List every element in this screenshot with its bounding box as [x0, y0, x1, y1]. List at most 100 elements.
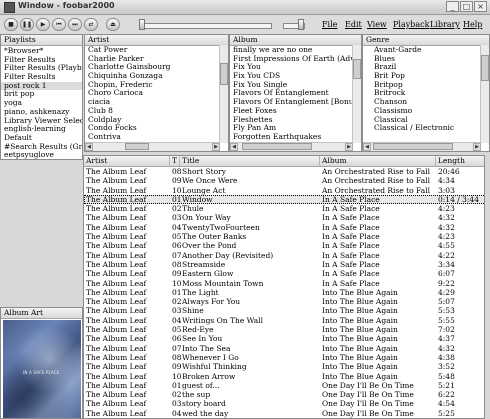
scroll-left-arrow-icon[interactable]: ◀ [230, 143, 238, 151]
column-title[interactable]: Title [180, 156, 320, 166]
genre-item[interactable]: Brazil [371, 63, 481, 72]
artist-hscroll-thumb[interactable] [125, 143, 149, 150]
column-length[interactable]: Length [436, 156, 484, 166]
album-header[interactable]: Album [230, 35, 361, 46]
playlist-item[interactable]: Filter Results [1, 56, 82, 65]
artist-vscrollbar[interactable] [219, 45, 228, 143]
table-row[interactable]: The Album Leaf 09 Wishful Thinking Into The… [84, 362, 484, 371]
table-row[interactable]: The Album Leaf 10 Lounge Act An Orchestrate… [84, 186, 484, 195]
table-row[interactable]: The Album Leaf 04 wed the day One Day I'll … [84, 409, 484, 418]
table-row[interactable]: The Album Leaf 06 Over the Pond In A Safe P… [84, 241, 484, 250]
artist-item[interactable]: ciacia [85, 98, 220, 107]
album-item[interactable]: finally we are no one [230, 46, 353, 55]
playlist-item[interactable]: Filter Results (Playback) [1, 64, 82, 73]
menu-view[interactable]: View [367, 20, 387, 29]
album-vscroll-thumb[interactable] [353, 59, 361, 79]
scroll-right-arrow-icon[interactable]: ▶ [212, 143, 220, 151]
album-item[interactable]: Flavors Of Entanglement [230, 89, 353, 98]
maximize-button[interactable]: □ [460, 1, 473, 12]
play-button[interactable]: ▶ [36, 18, 50, 31]
artist-vscroll-thumb[interactable] [220, 63, 228, 85]
previous-button[interactable]: ⏮ [52, 18, 66, 31]
open-button[interactable]: ⏏ [106, 18, 120, 31]
table-row[interactable]: The Album Leaf 02 the sup One Day I'll Be O… [84, 390, 484, 399]
menu-edit[interactable]: Edit [345, 20, 362, 29]
menu-playback[interactable]: Playback [393, 20, 429, 29]
genre-item[interactable]: Chanson [371, 98, 481, 107]
playlist-item[interactable]: english-learning [1, 125, 82, 134]
artist-item[interactable]: Condo Focks [85, 124, 220, 133]
artist-item[interactable]: Coldplay [85, 116, 220, 125]
album-hscroll-thumb[interactable] [242, 143, 312, 150]
scroll-right-arrow-icon[interactable]: ▶ [473, 143, 481, 151]
next-button[interactable]: ⏭ [68, 18, 82, 31]
album-item[interactable]: Flavors Of Entanglement [Bonus Tracks] 2 [230, 98, 353, 107]
playlist-item[interactable]: *Browser* [1, 47, 82, 56]
table-row-now-playing[interactable]: The Album Leaf 01 Window In A Safe Place 0:1… [84, 194, 484, 205]
table-row[interactable]: The Album Leaf 03 story board One Day I'll … [84, 399, 484, 408]
playlist-item[interactable]: Filter Results [1, 73, 82, 82]
minimize-button[interactable]: _ [446, 1, 459, 12]
table-row[interactable]: The Album Leaf 04 Writings On The Wall Into… [84, 316, 484, 325]
column-track[interactable]: T [170, 156, 180, 166]
artist-item[interactable]: Chiquinha Gonzaga [85, 72, 220, 81]
album-item[interactable]: Fleshettes [230, 116, 353, 125]
table-row[interactable]: The Album Leaf 09 Eastern Glow In A Safe Pl… [84, 269, 484, 278]
random-button[interactable]: ⇄ [84, 18, 98, 31]
artist-item[interactable]: Charlotte Gainsbourg [85, 63, 220, 72]
genre-vscroll-thumb[interactable] [481, 55, 489, 81]
scroll-right-arrow-icon[interactable]: ▶ [345, 143, 353, 151]
table-row[interactable]: The Album Leaf 03 Shine Into The Blue Again… [84, 306, 484, 315]
genre-item[interactable]: Classical / Electronic [371, 124, 481, 133]
album-item[interactable]: First Impressions Of Earth (Advance) [230, 55, 353, 64]
album-hscrollbar[interactable]: ◀ ▶ [230, 142, 353, 151]
playlist-item[interactable]: eetpsyuglove [1, 151, 82, 159]
stop-button[interactable]: ■ [4, 18, 18, 31]
column-artist[interactable]: Artist [84, 156, 170, 166]
scroll-left-arrow-icon[interactable]: ◀ [363, 143, 371, 151]
table-row[interactable]: The Album Leaf 03 On Your Way In A Safe Pla… [84, 213, 484, 222]
volume-thumb[interactable] [298, 19, 304, 30]
genre-item[interactable]: Brit Pop [371, 72, 481, 81]
artist-item[interactable]: Club 8 [85, 107, 220, 116]
table-row[interactable]: The Album Leaf 06 See In You Into The Blue … [84, 334, 484, 343]
table-row[interactable]: The Album Leaf 05 Red-Eye Into The Blue Aga… [84, 325, 484, 334]
menu-help[interactable]: Help [463, 20, 482, 29]
table-row[interactable]: The Album Leaf 07 Another Day (Revisited) I… [84, 251, 484, 260]
playlist-item[interactable]: piano, ashkenazy [1, 108, 82, 117]
title-bar[interactable]: Window - foobar2000 _ □ × [0, 0, 490, 15]
album-item[interactable]: Fly Pan Am [230, 124, 353, 133]
album-item[interactable]: Fleet Foxes [230, 107, 353, 116]
playlist-item[interactable]: #Search Results (Great Ex [1, 143, 82, 152]
artist-item[interactable]: Choro Carioca [85, 89, 220, 98]
artist-header[interactable]: Artist [85, 35, 228, 46]
artist-item[interactable]: Contriva [85, 133, 220, 142]
table-row[interactable]: The Album Leaf 01 guest of... One Day I'll … [84, 381, 484, 390]
table-row[interactable]: The Album Leaf 08 Whenever I Go Into The Bl… [84, 353, 484, 362]
table-row[interactable]: The Album Leaf 08 Short Story An Orchestrat… [84, 167, 484, 176]
album-item[interactable]: Fix You CDS [230, 72, 353, 81]
artist-item[interactable]: Chopin, Frederic [85, 81, 220, 90]
seek-bar[interactable] [140, 23, 272, 29]
table-row[interactable]: The Album Leaf 02 Always For You Into The B… [84, 297, 484, 306]
pause-button[interactable]: ❚❚ [20, 18, 34, 31]
seek-thumb[interactable] [139, 19, 145, 30]
genre-item[interactable]: Avant-Garde [371, 46, 481, 55]
genre-item[interactable]: Classismo [371, 107, 481, 116]
playlist-item[interactable]: Library Viewer Selection [1, 117, 82, 126]
genre-item[interactable]: Blues [371, 55, 481, 64]
menu-file[interactable]: File [322, 20, 337, 29]
artist-item[interactable]: Charlie Parker [85, 55, 220, 64]
album-item[interactable]: Fix You [230, 63, 353, 72]
table-row[interactable]: The Album Leaf 02 Thule In A Safe Place 4:23 [84, 204, 484, 213]
genre-hscrollbar[interactable]: ◀ ▶ [363, 142, 481, 151]
genre-item[interactable]: Britpop [371, 81, 481, 90]
genre-item[interactable]: Classical [371, 116, 481, 125]
table-row[interactable]: The Album Leaf 07 Into The Sea Into The Blu… [84, 344, 484, 353]
table-row[interactable]: The Album Leaf 04 TwentyTwoFourteen In A Sa… [84, 223, 484, 232]
table-row[interactable]: The Album Leaf 08 Streamside In A Safe Plac… [84, 260, 484, 269]
table-row[interactable]: The Album Leaf 10 Broken Arrow Into The Blu… [84, 372, 484, 381]
column-album[interactable]: Album [320, 156, 436, 166]
artist-hscrollbar[interactable]: ◀ ▶ [85, 142, 220, 151]
table-row[interactable]: The Album Leaf 10 Moss Mountain Town In A S… [84, 279, 484, 288]
